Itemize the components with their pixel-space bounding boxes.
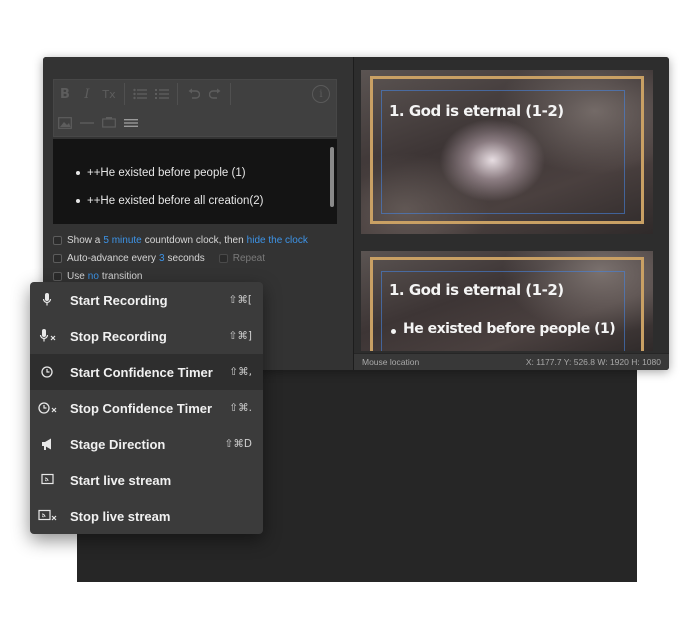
- megaphone-icon: [37, 434, 61, 454]
- shortcut-label: ⇧⌘.: [229, 402, 252, 414]
- menu-item-start-recording[interactable]: Start Recording ⇧⌘[: [30, 282, 263, 318]
- countdown-action-link[interactable]: hide the clock: [247, 235, 308, 246]
- toolbar-separator: [230, 83, 231, 105]
- italic-button[interactable]: I: [76, 83, 98, 105]
- redo-button[interactable]: [204, 83, 226, 105]
- numbered-list-button[interactable]: [151, 83, 173, 105]
- auto-advance-option: Auto-advance every 3 seconds Repeat: [53, 250, 265, 266]
- editor-scrollbar[interactable]: [330, 147, 334, 207]
- divider-button[interactable]: [76, 112, 98, 134]
- clock-stop-icon: [37, 398, 61, 418]
- clock-icon: [37, 362, 61, 382]
- bulleted-list-button[interactable]: [129, 83, 151, 105]
- transition-type-link[interactable]: no: [88, 271, 99, 282]
- formatting-toolbar: B I Tx i: [53, 79, 337, 137]
- slide-title: 1. God is eternal (1-2): [389, 102, 564, 120]
- auto-advance-seconds-link[interactable]: 3: [159, 253, 165, 264]
- repeat-label: Repeat: [232, 252, 266, 264]
- shortcut-label: ⇧⌘[: [228, 294, 252, 306]
- cast-icon: [37, 470, 61, 490]
- shortcut-label: ⇧⌘,: [229, 366, 252, 378]
- editor-bullet[interactable]: ++He existed before people (1): [76, 159, 337, 187]
- bold-button[interactable]: B: [54, 83, 76, 105]
- menu-item-stop-live-stream[interactable]: Stop live stream: [30, 498, 263, 534]
- auto-advance-checkbox[interactable]: [53, 253, 62, 263]
- redo-icon: [208, 88, 220, 99]
- clear-format-button[interactable]: Tx: [98, 83, 120, 105]
- toolbar-separator: [124, 83, 125, 105]
- editor-bullet[interactable]: ++He existed before all creation(2): [76, 187, 337, 215]
- countdown-option: Show a 5 minute countdown clock, then hi…: [53, 232, 311, 248]
- text-block-icon: [124, 119, 138, 127]
- horizontal-rule-icon: [80, 122, 94, 124]
- slide-preview-1[interactable]: 1. God is eternal (1-2): [361, 70, 653, 234]
- microphone-stop-icon: [37, 326, 61, 346]
- toolbar-separator: [177, 83, 178, 105]
- transition-checkbox[interactable]: [53, 271, 62, 281]
- menu-item-stop-recording[interactable]: Stop Recording ⇧⌘]: [30, 318, 263, 354]
- repeat-checkbox[interactable]: [218, 253, 228, 263]
- image-icon: [58, 117, 72, 129]
- undo-button[interactable]: [182, 83, 204, 105]
- menu-item-stage-direction[interactable]: Stage Direction ⇧⌘D: [30, 426, 263, 462]
- mouse-location-label: Mouse location: [362, 357, 420, 367]
- menu-item-start-confidence-timer[interactable]: Start Confidence Timer ⇧⌘,: [30, 354, 263, 390]
- slide-bullet: He existed before people (1): [390, 321, 616, 337]
- cast-stop-icon: [37, 506, 61, 526]
- media-icon: [102, 117, 116, 128]
- text-block-button[interactable]: [120, 112, 142, 134]
- slide-preview-pane: 1. God is eternal (1-2) 1. God is eterna…: [354, 57, 669, 370]
- undo-icon: [188, 88, 200, 99]
- numbered-list-icon: [155, 89, 169, 99]
- image-button[interactable]: [54, 112, 76, 134]
- media-button[interactable]: [98, 112, 120, 134]
- menu-item-stop-confidence-timer[interactable]: Stop Confidence Timer ⇧⌘.: [30, 390, 263, 426]
- shortcut-label: ⇧⌘D: [224, 438, 252, 450]
- countdown-checkbox[interactable]: [53, 235, 62, 245]
- mouse-coordinates: X: 1177.7 Y: 526.8 W: 1920 H: 1080: [525, 357, 661, 367]
- shortcut-label: ⇧⌘]: [228, 330, 252, 342]
- slide-preview-2[interactable]: 1. God is eternal (1-2) He existed befor…: [361, 251, 653, 351]
- status-bar: Mouse location X: 1177.7 Y: 526.8 W: 192…: [354, 353, 669, 370]
- menu-item-start-live-stream[interactable]: Start live stream: [30, 462, 263, 498]
- recording-context-menu: Start Recording ⇧⌘[ Stop Recording ⇧⌘] S…: [30, 282, 263, 534]
- countdown-duration-link[interactable]: 5 minute: [103, 235, 141, 246]
- info-icon[interactable]: i: [312, 85, 330, 103]
- bulleted-list-icon: [133, 88, 147, 100]
- microphone-icon: [37, 290, 61, 310]
- slide-text-editor[interactable]: ++He existed before people (1) ++He exis…: [53, 139, 337, 224]
- slide-title: 1. God is eternal (1-2): [389, 281, 564, 299]
